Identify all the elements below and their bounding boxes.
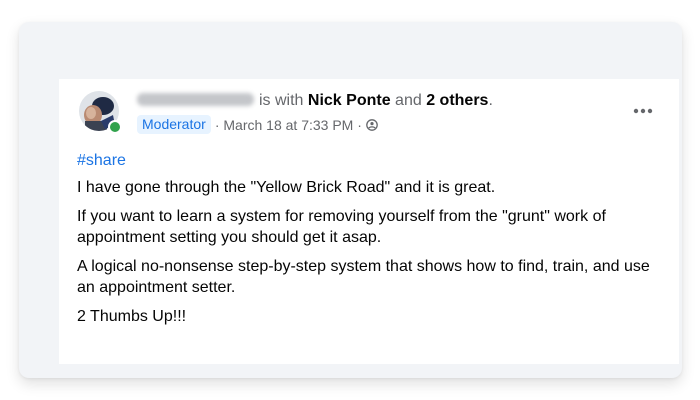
meta-separator: ·	[214, 116, 220, 133]
moderator-badge[interactable]: Moderator	[137, 115, 211, 134]
post-meta: Moderator · March 18 at 7:33 PM ·	[137, 115, 378, 134]
online-status-indicator	[108, 120, 122, 134]
post-timestamp[interactable]: March 18 at 7:33 PM	[223, 116, 353, 134]
hashtag-link[interactable]: #share	[77, 150, 667, 171]
more-options-icon	[633, 108, 653, 114]
post-paragraph-3: A logical no-nonsense step-by-step syste…	[77, 258, 650, 296]
post-header: is with Nick Ponte and 2 others.	[137, 91, 493, 111]
others-link[interactable]: 2 others	[426, 92, 488, 109]
tagged-person-link[interactable]: Nick Ponte	[308, 92, 391, 109]
more-options-button[interactable]	[631, 101, 655, 121]
post-body: #share I have gone through the "Yellow B…	[77, 150, 667, 335]
post-outer-frame: is with Nick Ponte and 2 others. Moderat…	[19, 22, 682, 378]
and-text: and	[395, 92, 422, 109]
post-paragraph-1: I have gone through the "Yellow Brick Ro…	[77, 179, 496, 196]
author-name-redacted[interactable]	[137, 93, 254, 106]
author-avatar-wrapper[interactable]	[79, 91, 122, 134]
post-paragraph-4: 2 Thumbs Up!!!	[77, 308, 187, 325]
post-paragraph-2: If you want to learn a system for removi…	[77, 208, 606, 246]
period-text: .	[488, 92, 493, 109]
post-card: is with Nick Ponte and 2 others. Moderat…	[59, 79, 679, 364]
meta-separator-2: ·	[357, 116, 362, 133]
members-icon[interactable]	[366, 118, 378, 131]
with-text: is with	[259, 92, 304, 109]
